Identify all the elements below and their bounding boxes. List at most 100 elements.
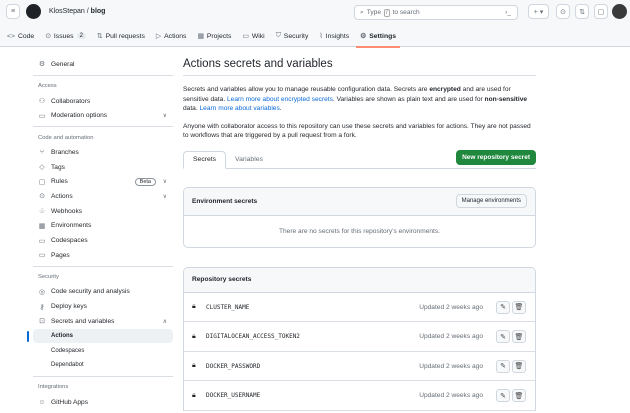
sidebar-item-tags[interactable]: ◇ Tags [33,160,173,175]
secret-row: 🔒︎DOCKER_PASSWORDUpdated 2 weeks ago✎🗑︎ [184,352,535,382]
section-header: Integrations [33,380,173,395]
tab-security[interactable]: ⛉Security [276,28,309,44]
tab-secrets[interactable]: Secrets [183,151,226,169]
sidebar-item-pages[interactable]: ▭ Pages [33,248,173,263]
new-repository-secret-button[interactable]: New repository secret [456,150,536,165]
lock-icon: 🔒︎ [192,303,206,311]
text: . [280,105,282,112]
label: Deploy keys [51,303,87,310]
text: encrypted [429,86,461,93]
trash-icon[interactable]: 🗑︎ [512,389,526,402]
tab-issues[interactable]: ⊙Issues2 [45,28,86,44]
tab-projects[interactable]: ▦Projects [197,28,231,44]
tab-settings[interactable]: ⚙Settings [360,28,396,44]
sidebar-item-webhooks[interactable]: ♧Webhooks [33,204,173,219]
command-palette-icon[interactable]: ›_ [505,9,511,16]
label: GitHub Apps [51,399,88,406]
sidebar-subitem-codespaces[interactable]: Codespaces [33,343,173,358]
pencil-icon[interactable]: ✎ [496,301,510,314]
breadcrumb: KlosStepan / blog [49,8,105,15]
trash-icon[interactable]: 🗑︎ [512,301,526,314]
sidebar-item-branches[interactable]: ⑂Branches [33,145,173,160]
label: Environments [51,222,91,229]
box-title: Environment secrets [192,198,257,205]
chevron-down-icon: ∨ [163,193,167,200]
tab-label: Issues [54,33,74,40]
sidebar-item-rules[interactable]: ▢RulesBeta∨ [33,174,173,189]
updated-time: Updated 2 weeks ago [419,333,483,340]
issue-icon: ⊙ [45,32,51,40]
play-icon: ▷ [156,32,161,40]
pencil-icon[interactable]: ✎ [496,360,510,373]
trash-icon[interactable]: 🗑︎ [512,330,526,343]
page-title: Actions secrets and variables [183,58,536,76]
sidebar-item-deploy-keys[interactable]: ⚷Deploy keys [33,299,173,314]
codespaces-icon: ▭ [38,237,46,245]
menu-icon[interactable]: ≡ [6,4,20,19]
secret-name: CLUSTER_NAME [206,304,249,311]
issues-icon[interactable]: ⊙ [556,4,570,19]
pencil-icon[interactable]: ✎ [496,330,510,343]
updated-time: Updated 2 weeks ago [419,363,483,370]
sidebar-subitem-dependabot[interactable]: Dependabot [33,358,173,373]
code-icon: <> [7,33,15,40]
comment-icon: ▭ [38,112,46,120]
secret-row: 🔒︎DOCKER_USERNAMEUpdated 2 weeks ago✎🗑︎ [184,381,535,411]
tab-actions[interactable]: ▷Actions [156,28,187,44]
lock-icon: 🔒︎ [192,333,206,341]
sidebar-item-github-apps[interactable]: ☺ GitHub Apps [33,395,173,410]
sidebar-subitem-actions[interactable]: Actions [33,329,173,344]
label: Pages [51,252,70,259]
label: Secrets and variables [51,318,114,325]
tab-label: Insights [326,33,349,40]
avatar[interactable] [612,4,627,19]
owner-link[interactable]: KlosStepan [49,8,85,15]
sidebar-item-code-security[interactable]: ◎Code security and analysis [33,285,173,300]
webhook-icon: ♧ [38,207,46,215]
divider [33,376,173,377]
create-new-button[interactable]: + ▾ [528,4,549,19]
secret-row: 🔒︎CLUSTER_NAMEUpdated 2 weeks ago✎🗑︎ [184,293,535,323]
text: . Variables are shown as plain text and … [333,96,485,103]
global-header: ≡ KlosStepan / blog ⌕Type/to search›_ + … [0,0,630,47]
trash-icon[interactable]: 🗑︎ [512,360,526,373]
label: Tags [51,164,65,171]
sidebar-item-actions[interactable]: ⊙Actions∨ [33,189,173,204]
beta-badge: Beta [135,178,156,186]
github-logo-icon[interactable] [26,4,41,19]
sidebar-item-secrets[interactable]: ⊡Secrets and variables∧ [33,314,173,329]
browser-icon: ▭ [38,251,46,259]
pull-requests-icon[interactable]: ⇅ [575,4,589,19]
tab-code[interactable]: <>Code [7,28,34,44]
tab-variables[interactable]: Variables [226,151,272,168]
sidebar-item-general[interactable]: ⚙General [33,57,173,72]
inbox-icon[interactable]: ▢ [594,4,608,19]
asterisk-icon: ⊡ [38,317,46,325]
search-input[interactable]: ⌕Type/to search›_ [354,5,518,20]
pull-request-icon: ⇅ [97,32,103,40]
settings-sidebar: ⚙General Access ⚇Collaborators ▭Moderati… [33,57,173,409]
apps-icon: ☺ [38,399,46,406]
pencil-icon[interactable]: ✎ [496,389,510,402]
repo-tabs: <>Code ⊙Issues2 ⇅Pull requests ▷Actions ▦Pro… [7,28,396,44]
tag-icon: ◇ [38,163,46,171]
tab-wiki[interactable]: ▭Wiki [242,28,264,44]
gear-icon: ⚙ [360,32,366,40]
table-icon: ▦ [197,32,203,40]
tab-pull-requests[interactable]: ⇅Pull requests [97,28,145,44]
sidebar-item-collaborators[interactable]: ⚇Collaborators [33,94,173,109]
sidebar-item-codespaces[interactable]: ▭Codespaces [33,233,173,248]
chevron-down-icon: ∨ [163,112,167,119]
codescan-icon: ◎ [38,288,46,296]
graph-icon: ⌇ [319,32,322,40]
sidebar-item-moderation[interactable]: ▭Moderation options∨ [33,108,173,123]
variables-link[interactable]: Learn more about variables [200,105,280,112]
separator: / [87,8,89,15]
encrypted-secrets-link[interactable]: Learn more about encrypted secrets [227,96,333,103]
divider [33,75,173,76]
repo-link[interactable]: blog [91,8,106,15]
sidebar-item-environments[interactable]: ▦Environments [33,219,173,234]
manage-environments-button[interactable]: Manage environments [456,194,527,208]
secrets-tabs: Secrets Variables New repository secret [183,151,536,169]
tab-insights[interactable]: ⌇ Insights [319,28,349,44]
